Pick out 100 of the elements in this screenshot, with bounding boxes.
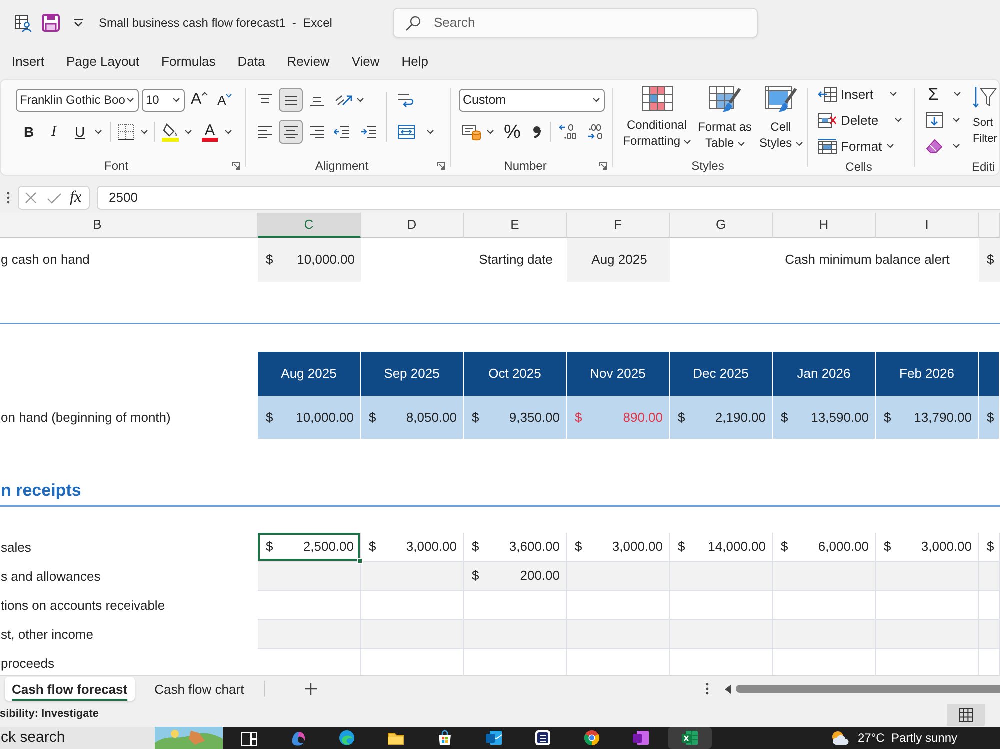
dropdown-caret-icon[interactable] xyxy=(173,98,180,102)
table-cell[interactable] xyxy=(567,562,670,591)
table-cell[interactable] xyxy=(979,562,1000,591)
dropdown-caret-icon[interactable] xyxy=(738,142,745,146)
increase-indent-icon[interactable] xyxy=(361,126,376,138)
conditional-formatting-button[interactable]: Conditional Formatting xyxy=(621,82,693,149)
bold-button[interactable]: B xyxy=(19,121,39,143)
table-cell[interactable]: $ 13,790.00 xyxy=(876,396,979,439)
check-icon[interactable] xyxy=(47,192,62,204)
wrap-text-icon[interactable] xyxy=(398,92,414,108)
menu-tab[interactable]: Insert xyxy=(12,55,45,68)
column-header[interactable]: C xyxy=(258,213,361,238)
sheet-tab[interactable]: Cash flow chart xyxy=(148,677,252,701)
dropdown-caret-icon[interactable] xyxy=(953,144,960,148)
borders-icon[interactable] xyxy=(118,124,134,140)
table-cell[interactable] xyxy=(876,562,979,591)
table-cell[interactable] xyxy=(773,562,876,591)
align-bottom-icon[interactable] xyxy=(310,94,324,106)
search-field[interactable]: Search xyxy=(393,8,758,38)
decrease-decimal-icon[interactable] xyxy=(558,124,577,140)
table-cell[interactable] xyxy=(464,620,567,649)
table-cell[interactable] xyxy=(773,620,876,649)
format-cells-button[interactable]: Format xyxy=(818,133,913,159)
insert-function-button[interactable]: fx xyxy=(70,190,82,206)
font-color-button[interactable]: A xyxy=(202,122,218,142)
menu-tab[interactable]: Review xyxy=(287,55,330,68)
table-cell[interactable] xyxy=(670,620,773,649)
dropdown-caret-icon[interactable] xyxy=(593,98,600,102)
sort-filter-button[interactable]: Sort Filter xyxy=(973,81,998,159)
dropdown-caret-icon[interactable] xyxy=(890,92,897,96)
accounting-format-icon[interactable] xyxy=(462,124,481,140)
table-cell[interactable]: $ 9,350.00 xyxy=(464,396,567,439)
dropdown-caret-icon[interactable] xyxy=(796,142,802,146)
dropdown-caret-icon[interactable] xyxy=(427,130,434,134)
insert-cells-button[interactable]: Insert xyxy=(818,81,913,107)
italic-button[interactable]: I xyxy=(44,121,64,143)
text-orientation-icon[interactable] xyxy=(334,93,353,107)
table-cell[interactable] xyxy=(567,620,670,649)
number-format-dropdown[interactable]: Custom xyxy=(459,88,605,112)
swirl-app-icon[interactable] xyxy=(290,730,306,746)
percent-style-button[interactable]: % xyxy=(504,122,521,142)
folder-icon[interactable] xyxy=(388,730,404,746)
task-view-icon[interactable] xyxy=(240,730,256,746)
save-icon[interactable] xyxy=(42,14,60,32)
menu-tab[interactable]: Formulas xyxy=(162,55,216,68)
vertical-dots-icon[interactable] xyxy=(706,683,709,695)
table-cell[interactable] xyxy=(258,620,361,649)
align-top-icon[interactable] xyxy=(258,94,272,106)
dropdown-caret-icon[interactable] xyxy=(185,130,192,134)
taskbar-app-button[interactable] xyxy=(668,727,712,749)
table-cell[interactable]: $ 13,590.00 xyxy=(773,396,876,439)
eraser-icon[interactable] xyxy=(926,138,943,154)
autosum-button[interactable]: Σ xyxy=(926,86,941,102)
menu-tab[interactable]: Help xyxy=(402,55,429,68)
round-browser-icon[interactable] xyxy=(584,730,600,746)
table-cell[interactable]: $ 10,000.00 xyxy=(258,396,361,439)
wave-browser-icon[interactable] xyxy=(338,730,354,746)
app-icon[interactable] xyxy=(534,730,550,746)
fill-color-icon[interactable] xyxy=(162,122,179,142)
dropdown-caret-icon[interactable] xyxy=(954,92,961,96)
input-cell[interactable]: $ 10,000.00 xyxy=(258,238,361,282)
date-input-cell[interactable]: Aug 2025 xyxy=(567,238,670,282)
merge-center-icon[interactable] xyxy=(398,125,415,139)
taskbar-search-field[interactable]: ck search xyxy=(0,727,155,749)
dropdown-caret-icon[interactable] xyxy=(141,130,148,134)
sheet-tab[interactable]: Cash flow forecast xyxy=(5,677,135,701)
decrease-font-size-button[interactable]: A xyxy=(218,94,232,106)
table-cell[interactable] xyxy=(361,562,464,591)
increase-font-size-button[interactable]: A xyxy=(191,92,208,108)
dropdown-caret-icon[interactable] xyxy=(225,130,232,134)
table-cell[interactable] xyxy=(670,562,773,591)
normal-view-button[interactable] xyxy=(947,704,985,726)
notebook-app-icon[interactable] xyxy=(632,730,648,746)
dropdown-caret-icon[interactable] xyxy=(487,130,494,134)
align-middle-button[interactable] xyxy=(279,88,303,112)
add-sheet-icon[interactable] xyxy=(305,683,318,695)
weather-icon[interactable] xyxy=(830,730,850,746)
scrollbar-thumb[interactable] xyxy=(736,685,1000,693)
align-right-icon[interactable] xyxy=(310,126,324,138)
table-cell[interactable] xyxy=(876,620,979,649)
shopping-bag-icon[interactable] xyxy=(436,730,452,746)
table-cell[interactable]: $ 200.00 xyxy=(464,562,567,591)
table-cell[interactable]: $ 2,500.00 xyxy=(258,533,361,562)
decrease-indent-icon[interactable] xyxy=(334,126,349,138)
dropdown-caret-icon[interactable] xyxy=(357,98,364,102)
table-cell[interactable] xyxy=(979,620,1000,649)
menu-tab[interactable]: View xyxy=(352,55,380,68)
comma-style-icon[interactable] xyxy=(532,126,541,138)
format-as-table-button[interactable]: Format as Table xyxy=(695,82,755,151)
delete-cells-button[interactable]: Delete xyxy=(818,107,913,133)
underline-button[interactable]: U xyxy=(70,121,90,143)
fill-handle[interactable] xyxy=(357,558,363,564)
increase-decimal-icon[interactable] xyxy=(586,124,605,140)
mail-app-icon[interactable] xyxy=(486,730,502,746)
cancel-icon[interactable] xyxy=(25,192,37,204)
customize-caret-icon[interactable] xyxy=(74,19,83,27)
scroll-left-icon[interactable] xyxy=(725,684,731,694)
dropdown-caret-icon[interactable] xyxy=(953,118,960,122)
align-center-button[interactable] xyxy=(279,120,303,144)
table-cell[interactable]: $ 2,190.00 xyxy=(670,396,773,439)
